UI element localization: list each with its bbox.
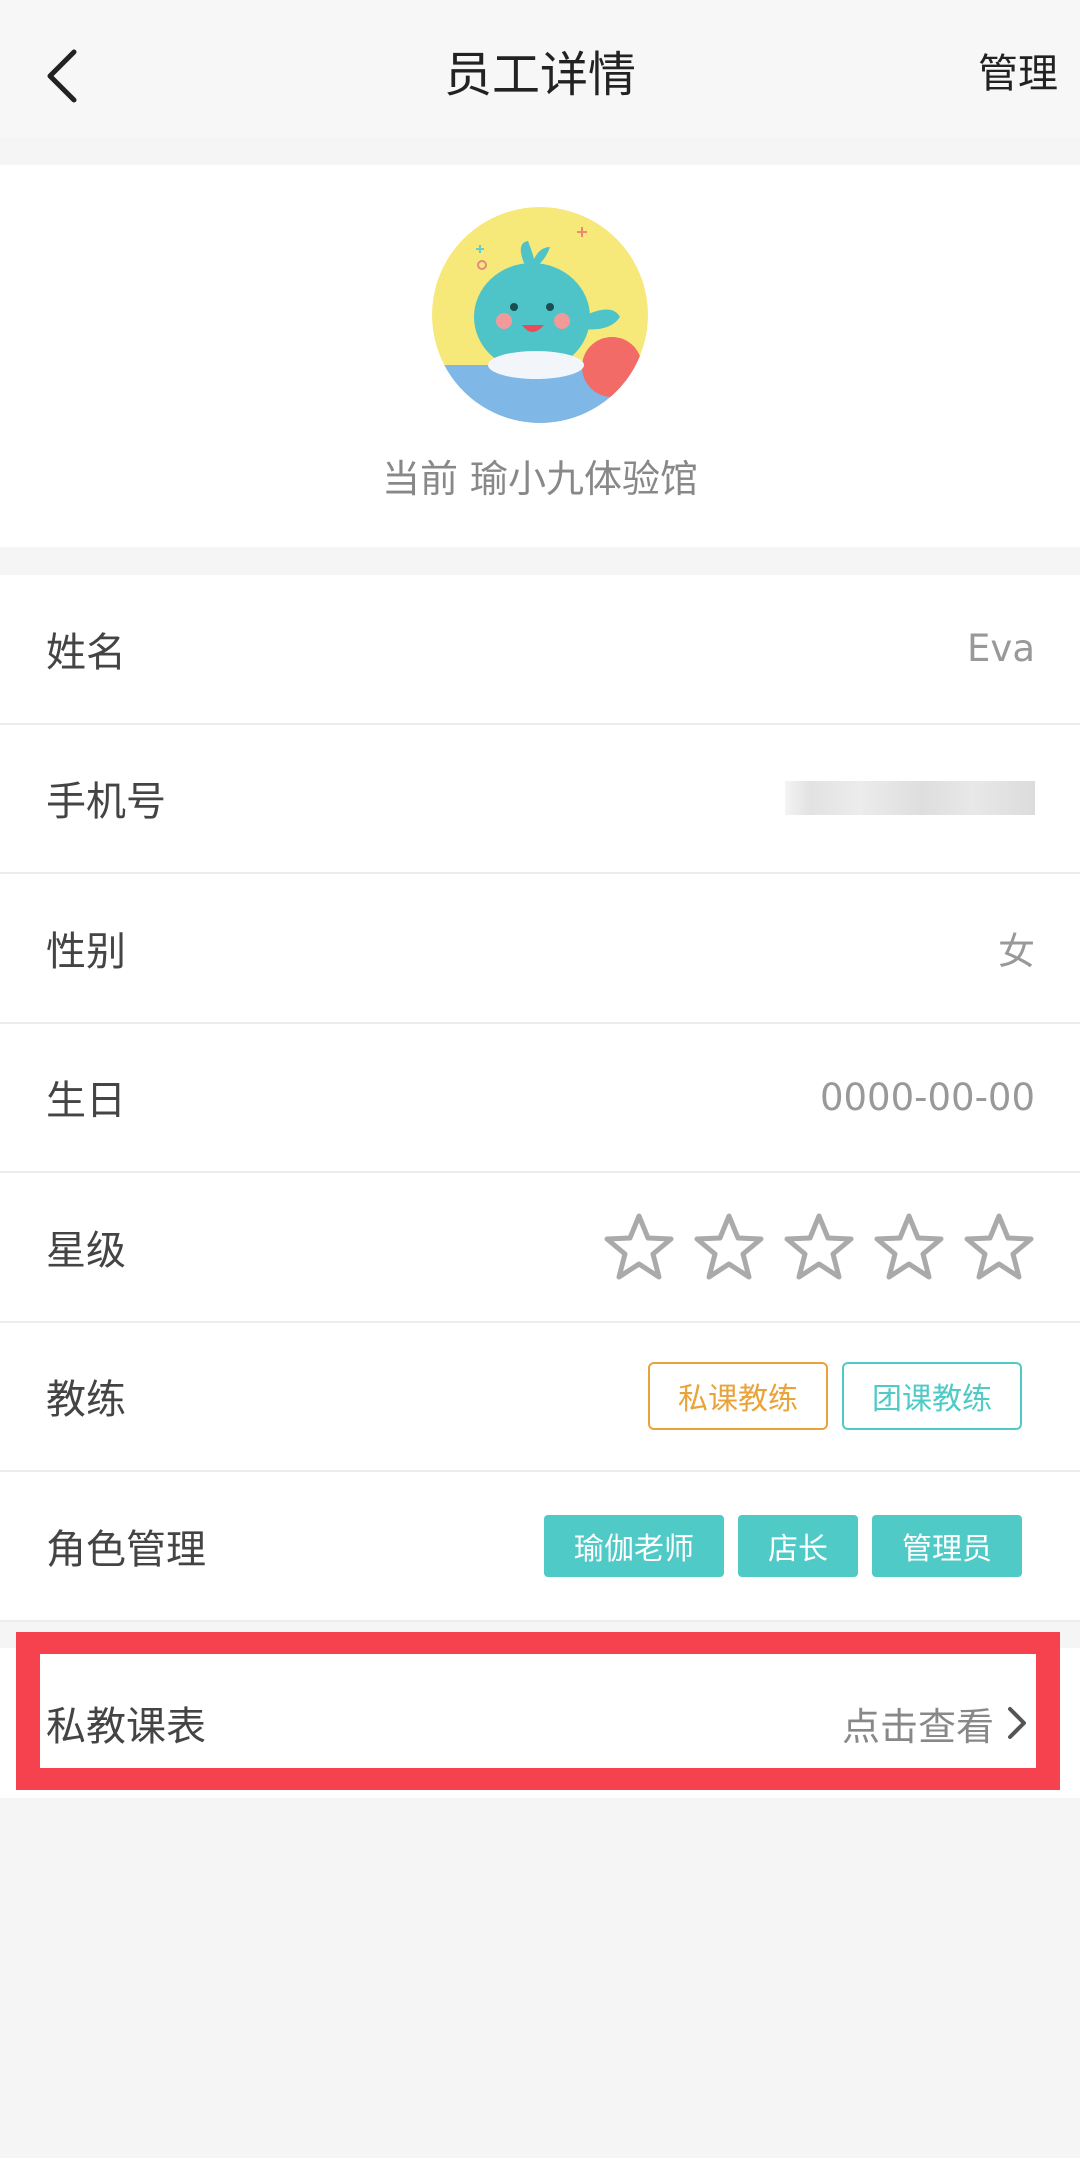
star-icon[interactable] [603,1211,675,1283]
phone-value [785,725,1035,873]
roles-label: 角色管理 [46,1526,206,1573]
rating-row: 星级 [0,1173,1080,1323]
current-store-label: 当前 瑜小九体验馆 [381,457,699,501]
page-title: 员工详情 [443,47,636,103]
gender-row: 性别 女 [0,874,1080,1024]
coach-tags: 私课教练 团课教练 [634,1323,1022,1471]
name-row: 姓名 Eva [0,575,1080,725]
phone-label: 手机号 [46,779,166,826]
tag-administrator[interactable]: 管理员 [872,1514,1022,1577]
manage-button[interactable]: 管理 [978,44,1058,104]
name-value: Eva [967,627,1035,671]
rating-label: 星级 [46,1227,126,1274]
phone-row: 手机号 [0,724,1080,874]
rating-value [603,1173,1035,1321]
phone-blurred-value [785,781,1035,816]
tag-group-coach[interactable]: 团课教练 [842,1362,1022,1431]
profile-card: 当前 瑜小九体验馆 [0,165,1080,547]
birthday-row: 生日 0000-00-00 [0,1023,1080,1173]
highlight-frame [16,1632,1060,1790]
tag-private-coach[interactable]: 私课教练 [648,1362,828,1431]
gender-label: 性别 [46,928,126,975]
roles-row: 角色管理 瑜伽老师 店长 管理员 [0,1472,1080,1622]
star-icon[interactable] [963,1211,1035,1283]
coach-label: 教练 [46,1377,126,1424]
birthday-label: 生日 [46,1078,126,1125]
coach-row: 教练 私课教练 团课教练 [0,1322,1080,1472]
star-icon[interactable] [783,1211,855,1283]
star-icon[interactable] [873,1211,945,1283]
role-tags: 瑜伽老师 店长 管理员 [530,1472,1022,1620]
star-rating [603,1211,1035,1283]
gender-value: 女 [998,929,1035,973]
name-label: 姓名 [46,629,126,676]
whale-mascot-avatar-icon [432,207,648,423]
tag-store-manager[interactable]: 店长 [738,1514,858,1577]
nav-bar: 员工详情 管理 [0,0,1080,138]
avatar[interactable] [432,207,648,423]
employee-detail-list: 姓名 Eva 手机号 性别 女 生日 0000-00-00 星级 教练 私课教练 [0,575,1080,1622]
birthday-value: 0000-00-00 [819,1075,1035,1119]
tag-yoga-teacher[interactable]: 瑜伽老师 [544,1514,724,1577]
star-icon[interactable] [693,1211,765,1283]
